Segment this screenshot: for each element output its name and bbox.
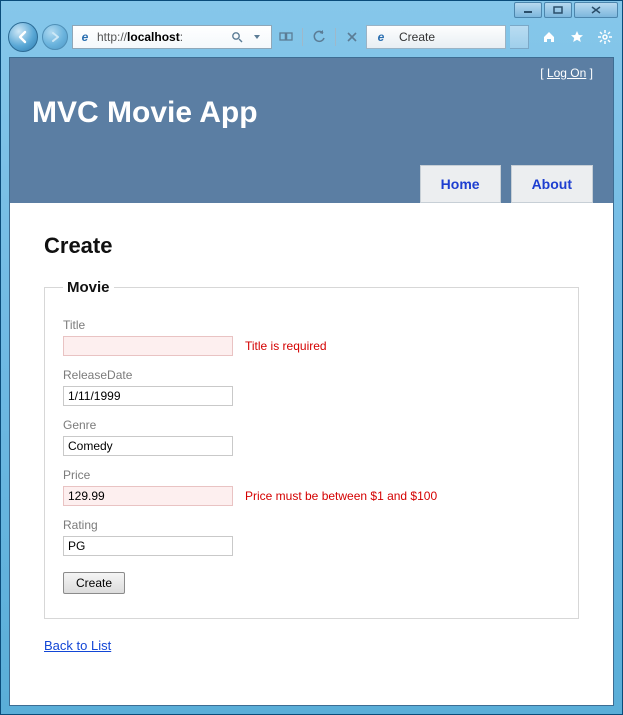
create-button[interactable]: Create [63,572,125,594]
search-icon[interactable] [227,27,247,47]
price-input[interactable] [63,486,233,506]
address-bar[interactable]: e http://localhost: [72,25,272,49]
page-body: Create Movie Title Title is required Rel… [10,203,613,675]
genre-input[interactable] [63,436,233,456]
browser-viewport: [ Log On ] MVC Movie App Home About Crea… [9,57,614,706]
rating-input[interactable] [63,536,233,556]
menu-home[interactable]: Home [420,165,501,203]
back-button[interactable] [8,22,38,52]
window-frame: e http://localhost: e Create [0,0,623,715]
new-tab-area[interactable] [510,25,529,49]
app-header: [ Log On ] MVC Movie App Home About [10,58,613,203]
url-prefix: http:// [97,30,127,44]
logon-bracket-right: ] [586,66,593,80]
stop-icon[interactable] [342,27,362,47]
logon-display: [ Log On ] [540,66,593,80]
tab-title: Create [399,30,435,44]
genre-label: Genre [63,418,560,432]
refresh-icon[interactable] [309,27,329,47]
title-validation-message: Title is required [245,339,327,353]
ie-logo-icon: e [77,29,93,45]
releasedate-input[interactable] [63,386,233,406]
window-minimize-button[interactable] [514,2,542,18]
title-label: Title [63,318,560,332]
toolbar-separator [335,28,336,46]
toolbar-separator [302,28,303,46]
app-title: MVC Movie App [32,96,591,130]
browser-toolbar: e http://localhost: e Create [8,21,615,53]
movie-fieldset: Movie Title Title is required ReleaseDat… [44,279,579,619]
main-menu: Home About [420,165,593,203]
forward-button[interactable] [42,24,68,50]
title-input[interactable] [63,336,233,356]
tab-favicon-icon: e [373,29,389,45]
window-title-bar [1,1,622,21]
home-icon[interactable] [539,27,559,47]
window-close-button[interactable] [574,2,618,18]
price-validation-message: Price must be between $1 and $100 [245,489,437,503]
logon-bracket-left: [ [540,66,547,80]
logon-link[interactable]: Log On [547,66,586,80]
url-text: http://localhost: [97,30,227,44]
dropdown-icon[interactable] [247,27,267,47]
favorites-icon[interactable] [567,27,587,47]
browser-tab[interactable]: e Create [366,25,506,49]
browser-right-tools [539,27,615,47]
tools-icon[interactable] [595,27,615,47]
fieldset-legend: Movie [63,279,114,296]
url-host: localhost [127,30,180,44]
releasedate-label: ReleaseDate [63,368,560,382]
window-maximize-button[interactable] [544,2,572,18]
rating-label: Rating [63,518,560,532]
compat-view-icon[interactable] [276,27,296,47]
price-label: Price [63,468,560,482]
page-heading: Create [44,233,579,259]
back-to-list-link[interactable]: Back to List [44,638,111,653]
url-rest: : [180,30,183,44]
menu-about[interactable]: About [511,165,593,203]
